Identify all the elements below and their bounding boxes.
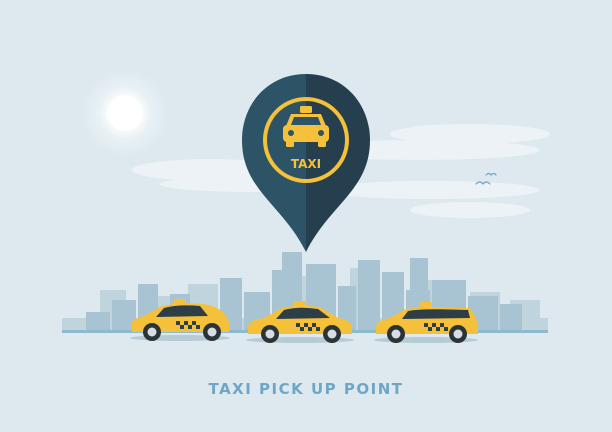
caption-title: TAXI PICK UP POINT — [208, 380, 404, 398]
sun-icon — [81, 69, 169, 157]
taxi-scene: TAXI — [62, 69, 550, 343]
taxi-location-pin: TAXI — [242, 74, 370, 252]
pin-label: TAXI — [291, 157, 321, 171]
birds-icon — [475, 172, 497, 185]
